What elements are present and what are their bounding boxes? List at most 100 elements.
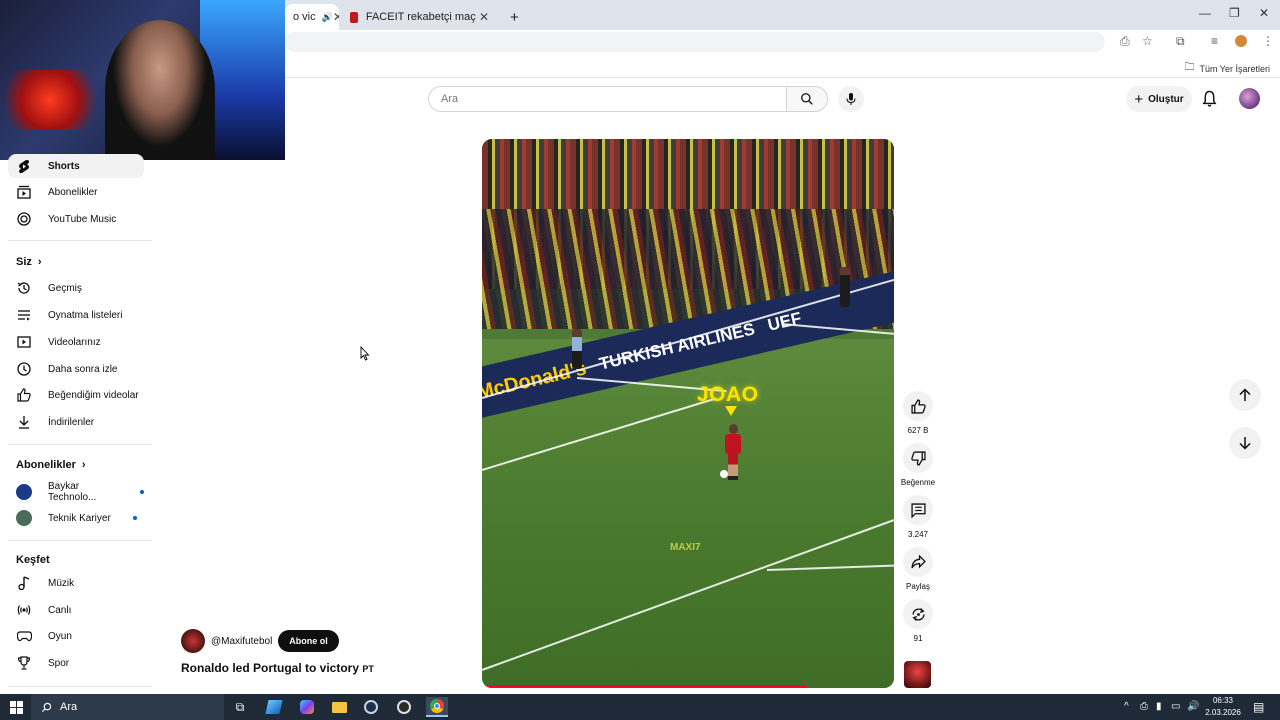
channel-row: @Maxifutebol Abone ol [181, 629, 339, 653]
share-action[interactable]: Paylaş [903, 547, 933, 591]
restore-icon[interactable]: ❐ [1229, 6, 1240, 20]
tab-faceit[interactable]: FACEIT rekabetçi maç - FACEIT ✕ [342, 4, 497, 30]
sidebar-item-history[interactable]: Geçmiş [8, 276, 144, 300]
channel-avatar[interactable] [181, 629, 205, 653]
rgb-light-left [0, 70, 100, 130]
sidebar-item-live[interactable]: Canlı [8, 598, 144, 622]
audio-source-thumbnail[interactable] [904, 661, 931, 688]
notifications-icon[interactable]: ▤ [1253, 700, 1264, 714]
sidebar-item-downloads[interactable]: İndirilenler [8, 410, 144, 434]
account-avatar[interactable] [1239, 88, 1260, 109]
faceit-app-icon[interactable] [393, 697, 415, 717]
sidebar-item-channel-baykar[interactable]: Baykar Technolo... [8, 480, 144, 504]
watch-later-icon [16, 361, 32, 377]
share-button[interactable] [903, 547, 933, 577]
sidebar-item-label: Videolarınız [48, 336, 101, 348]
subscribe-button[interactable]: Abone ol [278, 630, 339, 652]
install-app-icon[interactable]: ⎙ [1120, 34, 1130, 49]
next-short-button[interactable] [1229, 427, 1261, 459]
sidebar-item-playlists[interactable]: Oynatma listeleri [8, 303, 144, 327]
dislike-button[interactable] [903, 443, 933, 473]
extensions-icon[interactable]: ⧉ [1176, 34, 1185, 49]
sidebar-divider [8, 444, 152, 445]
sidebar-item-watch-later[interactable]: Daha sonra izle [8, 357, 144, 381]
like-action[interactable]: 627 B [903, 391, 933, 435]
sidebar-heading-subscriptions[interactable]: Abonelikler › [16, 459, 86, 471]
remix-icon [911, 607, 925, 621]
tray-overflow-icon[interactable]: ^ [1124, 701, 1129, 712]
video-progress-bar[interactable] [482, 685, 808, 688]
close-window-icon[interactable]: ✕ [1259, 6, 1269, 20]
search-button[interactable] [786, 86, 828, 112]
comments-action[interactable]: 3.247 [903, 495, 933, 539]
copilot-icon[interactable] [296, 697, 318, 717]
sidebar-item-gaming[interactable]: Oyun [8, 624, 144, 648]
tab-active[interactable]: o vic 🔊 ✕ [285, 4, 339, 30]
tray-app-icon[interactable]: ⎙ [1140, 701, 1148, 712]
sidebar-item-channel-teknik-kariyer[interactable]: Teknik Kariyer [8, 506, 144, 530]
steam-icon[interactable] [360, 697, 382, 717]
comment-count: 3.247 [907, 530, 929, 539]
sidebar-item-label: Baykar Technolo... [47, 481, 97, 503]
sidebar-item-label: Canlı [48, 604, 72, 616]
like-button[interactable] [903, 391, 933, 421]
tab-label: o vic [293, 11, 316, 23]
notifications-bell-icon[interactable] [1201, 89, 1218, 113]
sidebar-heading-you[interactable]: Siz › [16, 256, 42, 268]
profile-icon[interactable] [1235, 35, 1247, 47]
address-field[interactable] [285, 32, 1105, 52]
new-content-dot [140, 490, 144, 494]
remix-button[interactable] [903, 599, 933, 629]
bookmark-star-icon[interactable]: ☆ [1142, 34, 1153, 48]
app-pinned-1-icon[interactable] [263, 697, 285, 717]
playlists-icon [16, 307, 32, 323]
search-placeholder: Ara [441, 93, 459, 105]
speaker-icon: 🔊 [321, 11, 333, 22]
ad-board-uefa: UEF [765, 308, 804, 335]
volume-icon[interactable]: 🔊 [1187, 701, 1199, 712]
sidebar-item-label: Spor [48, 657, 70, 669]
linesman-figure [572, 329, 582, 369]
close-tab-icon[interactable]: ✕ [333, 10, 339, 24]
short-title-text: Ronaldo led Portugal to victory [181, 661, 360, 675]
sidebar-item-subscriptions[interactable]: Abonelikler [8, 180, 144, 204]
task-view-icon[interactable]: ⧉ [229, 697, 251, 717]
minimize-icon[interactable]: — [1199, 6, 1211, 20]
comments-button[interactable] [903, 495, 933, 525]
search-icon [41, 702, 52, 712]
thumbs-down-icon [910, 450, 926, 466]
media-control-icon[interactable]: ≡ [1211, 34, 1218, 48]
windows-start-icon[interactable] [5, 697, 27, 717]
create-button[interactable]: + Oluştur [1126, 86, 1192, 112]
new-tab-button[interactable]: + [502, 4, 527, 30]
sidebar-divider [8, 540, 152, 541]
channel-name[interactable]: @Maxifutebol [211, 636, 272, 647]
network-icon[interactable]: ▭ [1171, 701, 1180, 712]
sidebar-item-music[interactable]: Müzik [8, 571, 144, 595]
sidebar-item-label: Müzik [48, 577, 75, 589]
chrome-icon[interactable] [426, 697, 448, 717]
search-icon [801, 93, 813, 105]
menu-kebab-icon[interactable]: ⋮ [1262, 34, 1274, 48]
sidebar-item-sports[interactable]: Spor [8, 651, 144, 675]
heading-label: Abonelikler [16, 459, 76, 471]
search-input[interactable]: Ara [428, 86, 786, 112]
sidebar-item-your-videos[interactable]: Videolarınız [8, 330, 144, 354]
dislike-action[interactable]: Beğenme [901, 443, 935, 487]
usb-icon[interactable]: ▮ [1156, 701, 1162, 712]
sidebar-item-label: Oynatma listeleri [48, 309, 123, 321]
remix-action[interactable]: 91 [903, 599, 933, 643]
heading-label: Siz [16, 256, 32, 268]
football [720, 470, 728, 478]
sidebar-item-liked-videos[interactable]: Beğendiğim videolar [8, 383, 144, 407]
previous-short-button[interactable] [1229, 379, 1261, 411]
sidebar-item-shorts[interactable]: Shorts [8, 154, 144, 178]
all-bookmarks-button[interactable]: 🗀 Tüm Yer İşaretleri [1184, 60, 1270, 77]
short-video-player[interactable]: McDonald's TURKISH AIRLINES UEF JOAO MAX… [482, 139, 894, 688]
taskbar-search[interactable]: Ara [31, 694, 224, 720]
voice-search-button[interactable] [838, 86, 864, 112]
file-explorer-icon[interactable] [328, 697, 350, 717]
sidebar-item-youtube-music[interactable]: YouTube Music [8, 207, 144, 231]
close-tab-icon[interactable]: ✕ [479, 10, 489, 24]
taskbar-clock[interactable]: 06:33 2.03.2026 [1201, 695, 1245, 719]
